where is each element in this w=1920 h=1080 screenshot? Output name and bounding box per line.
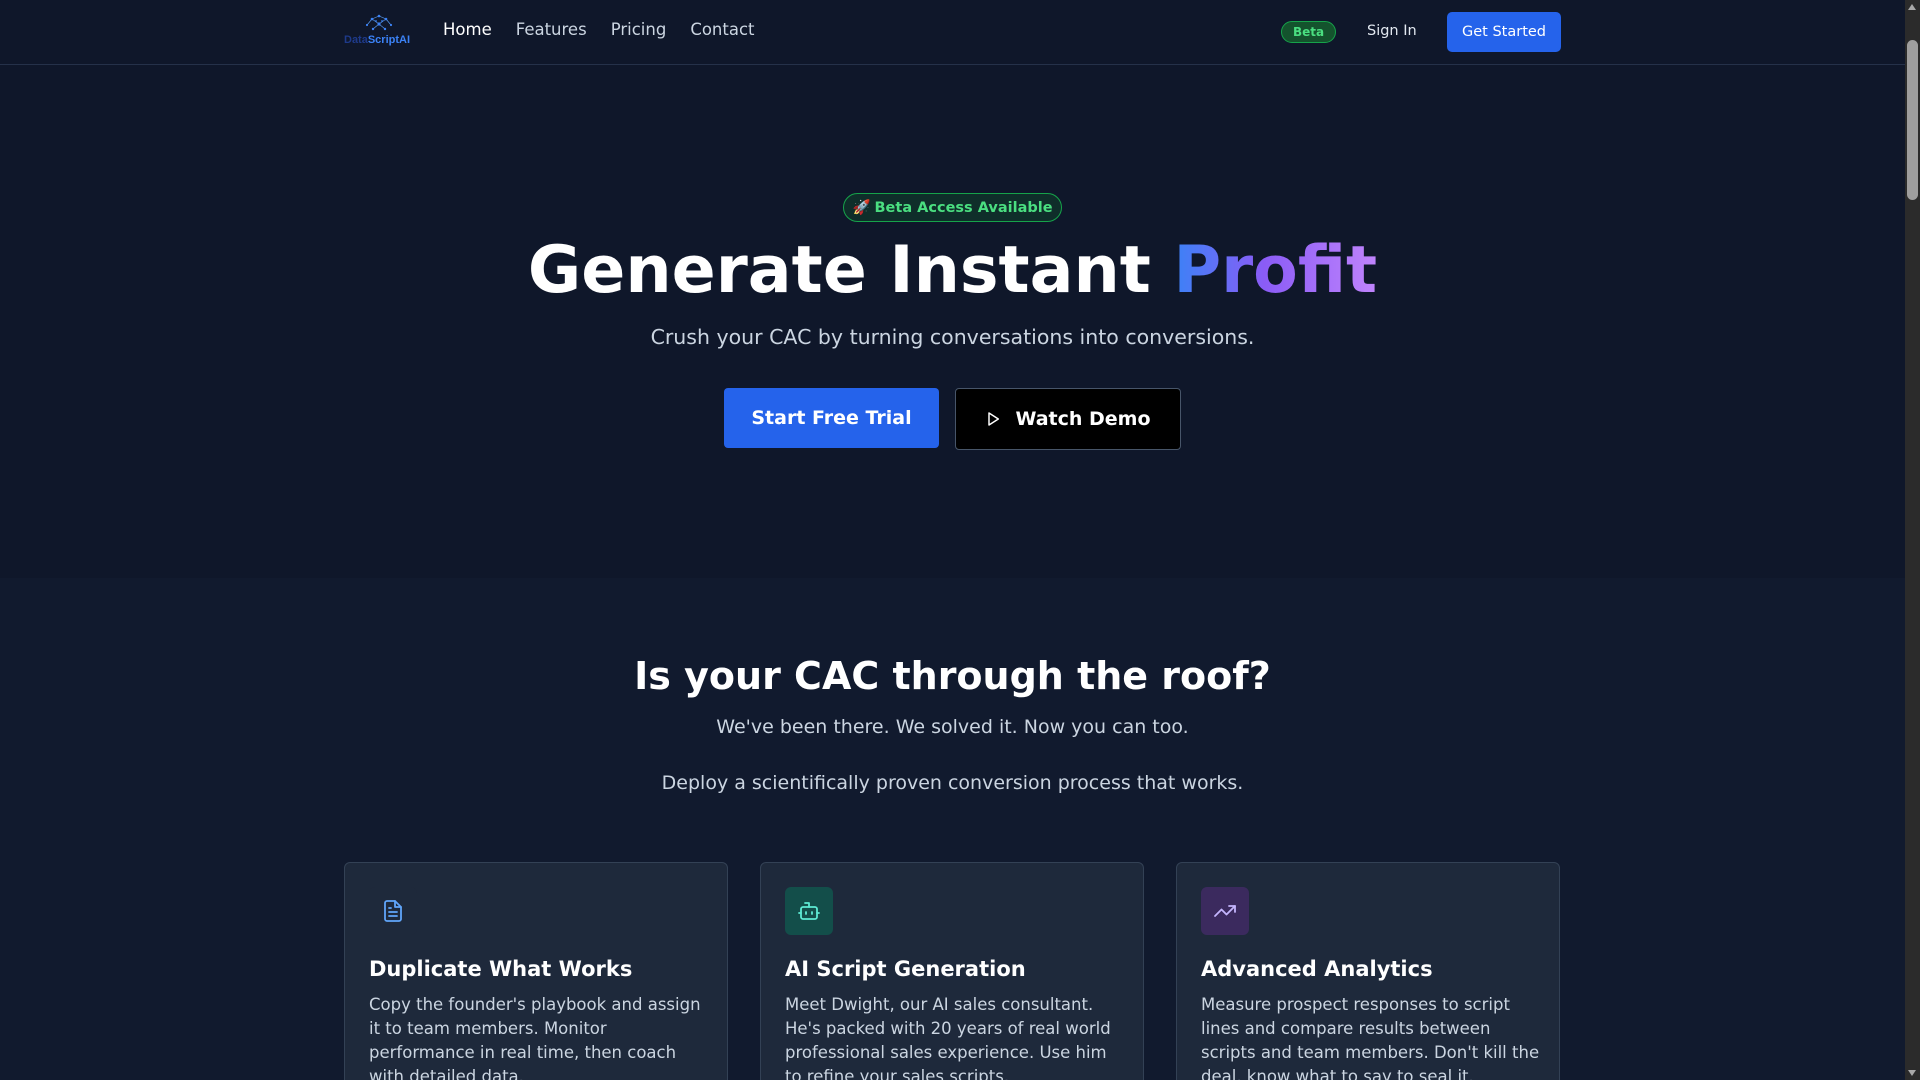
trending-up-icon — [1214, 905, 1236, 917]
scrollbar-thumb[interactable] — [1907, 40, 1918, 200]
scroll-up-arrow-icon[interactable] — [1908, 4, 1916, 10]
rocket-icon: 🚀 — [852, 200, 871, 216]
logo-part-data: Data — [344, 34, 368, 46]
beta-badge: Beta — [1281, 21, 1337, 43]
watch-demo-label: Watch Demo — [1015, 408, 1151, 430]
feature-description: Meet Dwight, our AI sales consultant. He… — [785, 995, 1111, 1080]
page-scrollbar[interactable] — [1905, 0, 1920, 1080]
feature-description: Copy the founder's playbook and assign i… — [369, 995, 701, 1080]
problem-tagline: Deploy a scientifically proven conversio… — [661, 772, 1244, 794]
nav-home-link[interactable]: Home — [443, 20, 492, 39]
feature-icon-box — [369, 887, 417, 935]
problem-subtitle: We've been there. We solved it. Now you … — [716, 716, 1189, 738]
logo[interactable]: DataScriptAI — [344, 14, 414, 50]
feature-description: Measure prospect responses to script lin… — [1201, 995, 1540, 1080]
site-header: DataScriptAI Home Features Pricing Conta… — [0, 0, 1905, 65]
play-icon — [988, 412, 1000, 426]
hero-section: 🚀 Beta Access Available Generate Instant… — [0, 65, 1905, 578]
nav-contact-link[interactable]: Contact — [690, 20, 754, 39]
nav-features-link[interactable]: Features — [516, 20, 587, 39]
logo-wordmark: DataScriptAI — [344, 34, 410, 46]
feature-card-duplicate: Duplicate What Works Copy the founder's … — [344, 862, 728, 1080]
nav-pricing-link[interactable]: Pricing — [611, 20, 667, 39]
document-icon — [384, 900, 402, 922]
scroll-down-arrow-icon[interactable] — [1908, 1070, 1916, 1076]
feature-card-analytics: Advanced Analytics Measure prospect resp… — [1176, 862, 1560, 1080]
feature-card-ai-script: AI Script Generation Meet Dwight, our AI… — [760, 862, 1144, 1080]
beta-access-text: Beta Access Available — [874, 199, 1053, 216]
hero-title-plain: Generate Instant — [527, 233, 1174, 308]
bot-icon — [798, 902, 820, 920]
feature-title: Advanced Analytics — [1201, 957, 1433, 981]
logo-part-scriptai: ScriptAI — [367, 34, 411, 46]
watch-demo-button[interactable]: Watch Demo — [955, 388, 1181, 450]
main-nav: Home Features Pricing Contact — [443, 20, 755, 39]
hero-subtitle: Crush your CAC by turning conversations … — [650, 325, 1255, 349]
landing-page: DataScriptAI Home Features Pricing Conta… — [0, 0, 1905, 1080]
feature-title: AI Script Generation — [785, 957, 1026, 981]
problem-section: Is your CAC through the roof? We've been… — [0, 578, 1905, 1080]
sign-in-button[interactable]: Sign In — [1367, 23, 1417, 39]
get-started-button[interactable]: Get Started — [1447, 12, 1561, 52]
feature-icon-box — [785, 887, 833, 935]
hero-title: Generate Instant Profit — [0, 231, 1905, 311]
feature-title: Duplicate What Works — [369, 957, 633, 981]
logo-network-icon — [365, 14, 393, 31]
hero-title-accent: Profit — [1173, 233, 1378, 308]
beta-access-badge: 🚀 Beta Access Available — [843, 193, 1062, 222]
feature-icon-box — [1201, 887, 1249, 935]
start-free-trial-button[interactable]: Start Free Trial — [724, 388, 939, 448]
problem-title: Is your CAC through the roof? — [634, 654, 1271, 698]
